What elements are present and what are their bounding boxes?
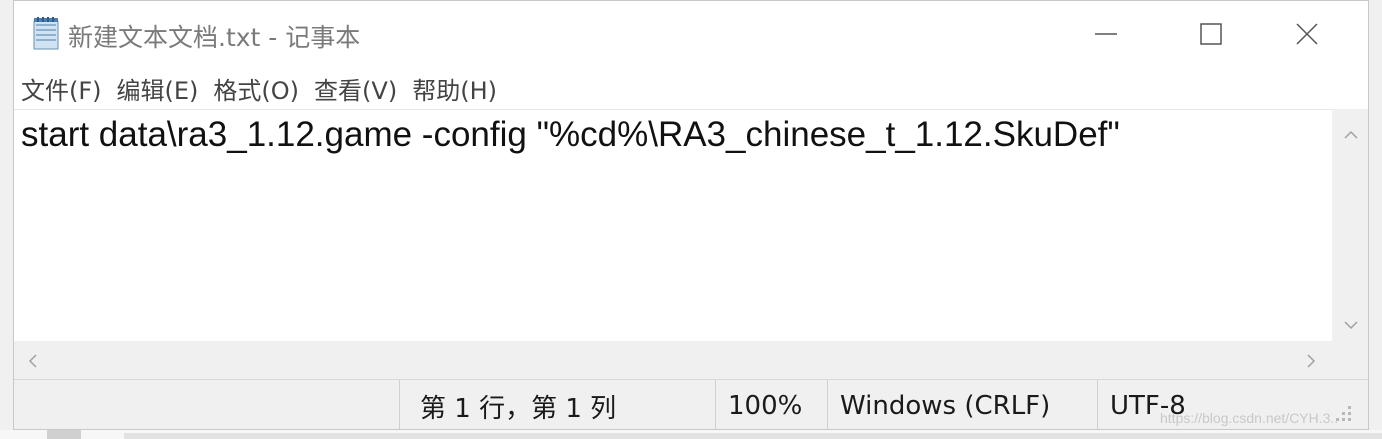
background-bar [124,433,1382,439]
text-editor[interactable]: start data\ra3_1.12.game -config "%cd%\R… [14,109,1332,341]
editor-content[interactable]: start data\ra3_1.12.game -config "%cd%\R… [21,115,1120,155]
minimize-icon [1095,23,1117,45]
scroll-right-icon[interactable] [1306,353,1316,373]
scroll-left-icon[interactable] [28,353,38,373]
status-line-ending: Windows (CRLF) [840,391,1051,421]
menu-format[interactable]: 格式(O) [213,69,299,108]
scroll-up-icon[interactable] [1343,125,1359,144]
window-title: 新建文本文档.txt - 记事本 [68,23,361,52]
vertical-scrollbar[interactable] [1332,109,1368,341]
horizontal-scrollbar[interactable] [14,341,1332,379]
menu-file[interactable]: 文件(F) [21,69,102,108]
background-block [47,430,81,439]
notepad-icon [30,17,62,51]
status-cursor-position: 第 1 行，第 1 列 [420,393,617,424]
close-icon [1296,23,1318,45]
title-bar[interactable]: 新建文本文档.txt - 记事本 [14,1,1368,67]
maximize-button[interactable] [1161,1,1261,67]
status-zoom: 100% [728,391,803,421]
scrollbar-corner [1332,341,1368,379]
status-separator [399,380,400,429]
notepad-window: 新建文本文档.txt - 记事本 文件(F) 编辑(E) 格式(O) 查看(V)… [13,0,1369,430]
scroll-down-icon[interactable] [1343,315,1359,334]
minimize-button[interactable] [1056,1,1156,67]
menu-bar: 文件(F) 编辑(E) 格式(O) 查看(V) 帮助(H) [14,67,1368,109]
maximize-icon [1200,23,1222,45]
menu-help[interactable]: 帮助(H) [412,69,497,108]
menu-edit[interactable]: 编辑(E) [117,69,199,108]
menu-view[interactable]: 查看(V) [314,69,397,108]
watermark: https://blog.csdn.net/CYH.3.. [1160,410,1339,426]
close-button[interactable] [1257,1,1357,67]
